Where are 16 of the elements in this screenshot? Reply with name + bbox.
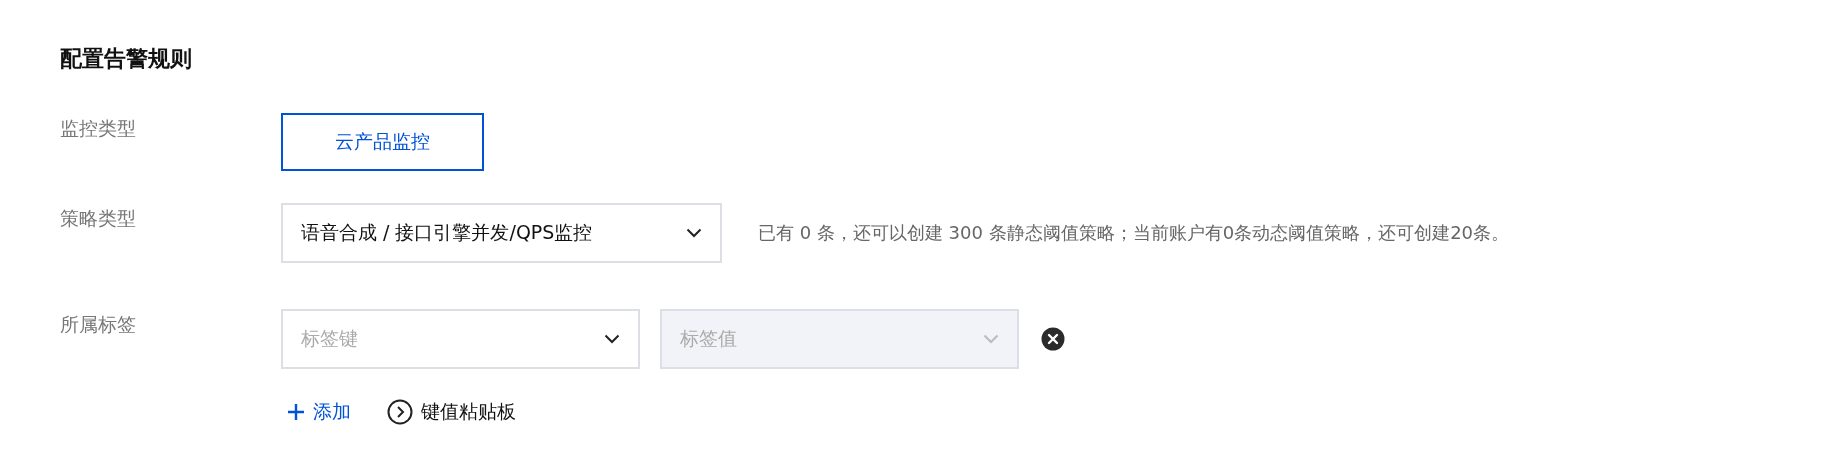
add-link[interactable]: 添加 [287,399,351,425]
strategy-select[interactable]: 语音合成 / 接口引擎并发/QPS监控 [281,203,722,263]
clipboard-link[interactable]: 键值粘贴板 [387,399,516,425]
field-label: 监控类型 [60,116,137,141]
tag-value-select: 标签值 [660,309,1019,369]
option-button[interactable]: 云产品监控 [281,113,484,171]
chevron-right-circle-icon [387,399,413,425]
chevron-down-icon [686,228,702,238]
chevron-down-icon [604,334,620,344]
field-label: 所属标签 [60,312,137,337]
chevron-down-icon [983,334,999,344]
section-title: 配置告警规则 [60,45,193,73]
quota-hint: 已有 0 条，还可以创建 300 条静态阈值策略；当前账户有0条动态阈值策略，还可创建20条。 [758,221,1510,245]
close-icon[interactable] [1041,327,1065,351]
plus-icon [287,403,305,421]
field-label: 策略类型 [60,206,137,231]
